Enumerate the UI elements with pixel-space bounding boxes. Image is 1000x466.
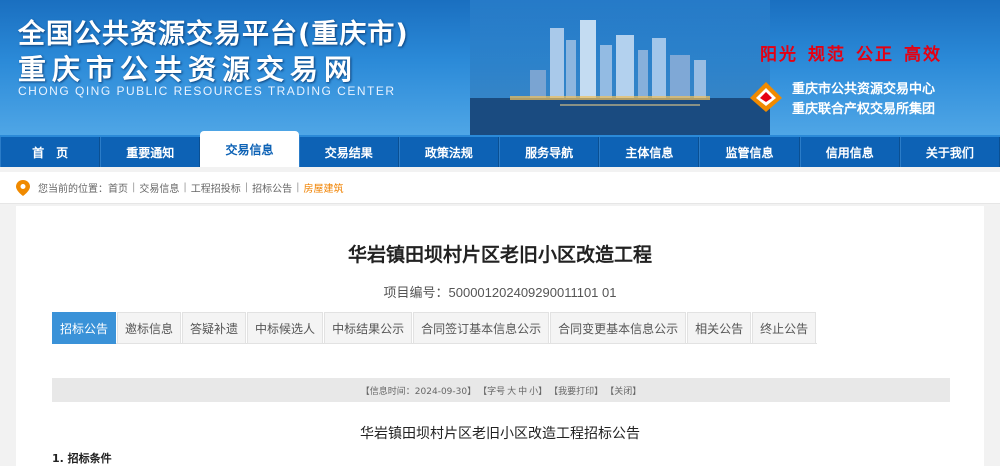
nav-item-policies[interactable]: 政策法规 (398, 137, 500, 167)
project-title: 华岩镇田坝村片区老旧小区改造工程 (347, 244, 652, 266)
breadcrumb-engineering[interactable]: 工程招投标 (191, 180, 241, 195)
site-title: 全国公共资源交易平台(重庆市) (18, 19, 409, 50)
info-date: 【信息时间：2024-09-30】 (360, 386, 477, 397)
site-subtitle: 重庆市公共资源交易网 (18, 53, 359, 86)
tab-termination-notice[interactable]: 终止公告 (752, 312, 817, 344)
nav-item-trading-results[interactable]: 交易结果 (298, 137, 399, 167)
nav-item-credit[interactable]: 信用信息 (799, 137, 900, 167)
tab-contract-change[interactable]: 合同变更基本信息公示 (550, 312, 687, 344)
print-button[interactable]: 【我要打印】 (549, 384, 603, 397)
tab-winning-result[interactable]: 中标结果公示 (324, 312, 413, 344)
center-logo-icon (750, 82, 782, 112)
breadcrumb-trading-info[interactable]: 交易信息 (139, 180, 179, 195)
notice-title: 华岩镇田坝村片区老旧小区改造工程招标公告 (360, 426, 640, 442)
project-number-value: 500001202409290011101 01 (448, 285, 617, 300)
city-skyline-image (470, 0, 770, 135)
breadcrumb-separator: | (183, 182, 187, 193)
info-bar: 【信息时间：2024-09-30】 【字号 大 中 小】 【我要打印】 【关闭】 (52, 378, 950, 402)
site-header: 全国公共资源交易平台(重庆市) 重庆市公共资源交易网 CHONG QING PU… (0, 0, 1000, 135)
project-number: 项目编号：500001202409290011101 01 (383, 285, 617, 301)
nav-item-trading-info[interactable]: 交易信息 (200, 131, 299, 167)
location-pin-icon (16, 179, 30, 196)
font-size-large-button[interactable]: 大 (507, 384, 516, 397)
nav-item-home[interactable]: 首 页 (0, 137, 101, 167)
font-size-medium-button[interactable]: 中 (518, 384, 527, 397)
tab-related-notices[interactable]: 相关公告 (687, 312, 752, 344)
slogan: 阳光 规范 公正 高效 (760, 45, 942, 65)
nav-item-entity-info[interactable]: 主体信息 (599, 137, 700, 167)
nav-item-notices[interactable]: 重要通知 (100, 137, 201, 167)
close-button[interactable]: 【关闭】 (605, 384, 641, 397)
content-panel: 华岩镇田坝村片区老旧小区改造工程 项目编号：500001202409290011… (16, 206, 984, 466)
tab-invitation-info[interactable]: 邀标信息 (117, 312, 182, 344)
nav-item-about[interactable]: 关于我们 (899, 137, 1000, 167)
breadcrumb-current[interactable]: 房屋建筑 (304, 180, 344, 195)
font-size-label: 【字号 (478, 386, 506, 397)
breadcrumb-separator: | (244, 182, 249, 193)
breadcrumb-separator: | (132, 182, 136, 193)
nav-item-supervision[interactable]: 监管信息 (699, 137, 800, 167)
breadcrumb-prefix: 您当前的位置： (38, 184, 108, 195)
tab-contract-signing[interactable]: 合同签订基本信息公示 (413, 312, 550, 344)
tab-qa-supplement[interactable]: 答疑补遗 (182, 312, 247, 344)
tab-tender-notice[interactable]: 招标公告 (52, 312, 117, 344)
breadcrumb-tender-notice[interactable]: 招标公告 (252, 180, 292, 195)
nav-item-service-guide[interactable]: 服务导航 (499, 137, 600, 167)
center-names: 重庆市公共资源交易中心 重庆联合产权交易所集团 (792, 82, 936, 117)
section-heading: 1. 招标条件 (52, 452, 112, 465)
breadcrumb: 您当前的位置： 首页 | 交易信息 | 工程招投标 | 招标公告 | 房屋建筑 (0, 172, 1000, 204)
tab-winning-candidates[interactable]: 中标候选人 (247, 312, 324, 344)
site-english-name: CHONG QING PUBLIC RESOURCES TRADING CENT… (18, 84, 396, 98)
main-nav: 首 页 重要通知 交易信息 交易结果 政策法规 服务导航 主体信息 监管信息 信… (0, 131, 1000, 167)
notice-tabs: 招标公告 邀标信息 答疑补遗 中标候选人 中标结果公示 合同签订基本信息公示 合… (52, 312, 818, 344)
breadcrumb-home[interactable]: 首页 (108, 180, 128, 195)
breadcrumb-separator: | (296, 182, 300, 193)
font-size-small-button[interactable]: 小】 (529, 384, 547, 397)
